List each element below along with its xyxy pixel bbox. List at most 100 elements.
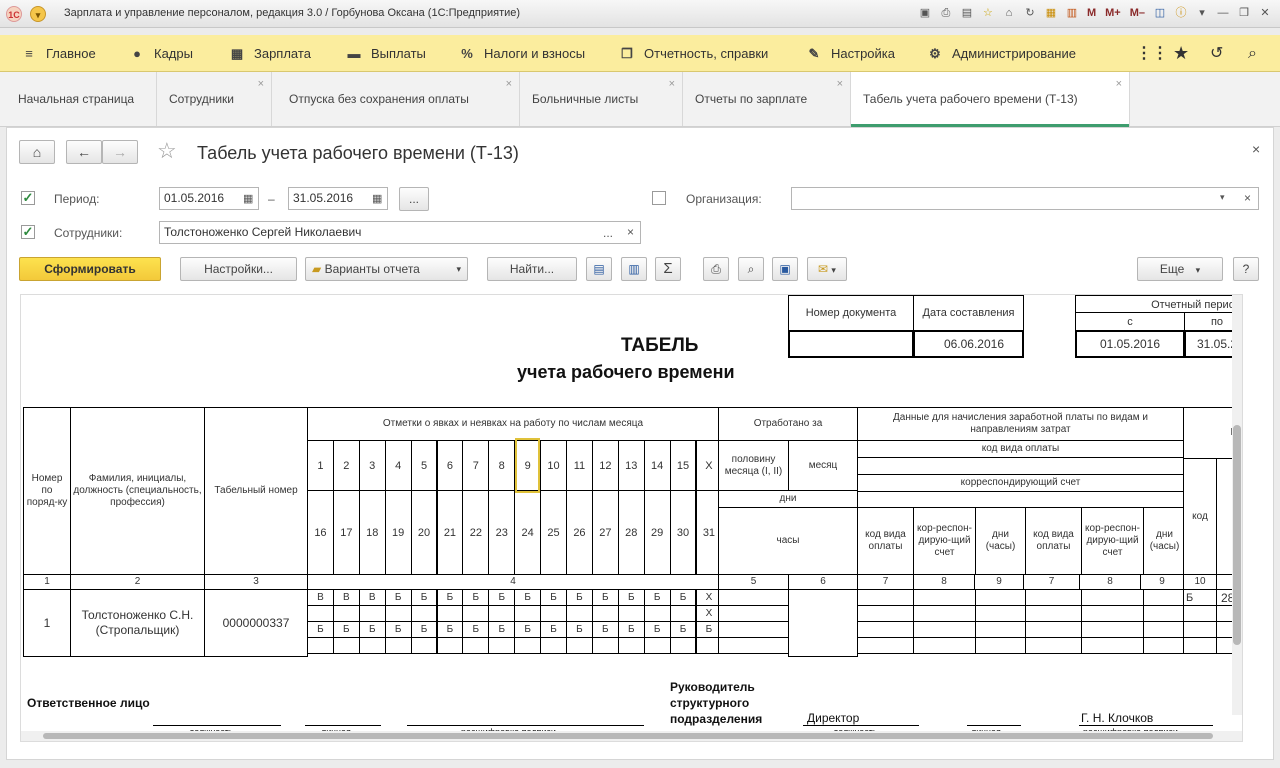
close-tab-icon[interactable]: × — [1116, 79, 1122, 90]
home-icon[interactable]: ⌂ — [1000, 4, 1018, 22]
day-number-cell: 20 — [410, 490, 438, 575]
preview-icon[interactable]: ⌕ — [738, 257, 764, 281]
report-variants-button[interactable]: ▰ Варианты отчета ▾ — [305, 257, 468, 281]
menu-payments[interactable]: ▬ Выплаты — [345, 35, 426, 72]
tab-timesheet[interactable]: Табель учета рабочего времени (Т-13) × — [851, 72, 1130, 127]
calendar-from-icon[interactable]: ▦ — [243, 192, 253, 205]
app-menu-icon[interactable]: ▾ — [30, 6, 46, 22]
menu-admin[interactable]: ⚙ Администрирование — [926, 35, 1076, 72]
favorite-star-icon[interactable]: ☆ — [157, 138, 177, 164]
memory-plus-button[interactable]: M+ — [1102, 4, 1124, 22]
header-marks: Отметки о явках и неявках на работу по ч… — [307, 407, 719, 441]
menu-main[interactable]: ≡ Главное — [20, 35, 96, 72]
organization-clear-icon[interactable]: × — [1244, 191, 1251, 205]
tab-sick-leave[interactable]: Больничные листы × — [520, 72, 683, 126]
horizontal-scrollbar[interactable] — [21, 731, 1242, 741]
history-icon[interactable]: ↺ — [1210, 35, 1223, 72]
mark-cell: Б — [462, 621, 490, 638]
close-window-icon[interactable]: ✕ — [1256, 4, 1274, 22]
print-icon[interactable]: ⎙ — [703, 257, 729, 281]
report-subtitle: учета рабочего времени — [517, 362, 735, 382]
menu-personnel[interactable]: ● Кадры — [128, 35, 193, 72]
generate-button[interactable]: Сформировать — [19, 257, 161, 281]
close-tab-icon[interactable]: × — [258, 79, 264, 90]
all-functions-icon[interactable]: ⋮⋮ — [1136, 35, 1168, 72]
close-tab-icon[interactable]: × — [669, 79, 675, 90]
tab-salary-reports[interactable]: Отчеты по зарплате × — [683, 72, 851, 126]
panel-toggle-icon[interactable]: ◫ — [1151, 4, 1169, 22]
menu-settings[interactable]: ✎ Настройка — [805, 35, 895, 72]
calendar-to-icon[interactable]: ▦ — [372, 192, 382, 205]
info-menu-icon[interactable]: ▾ — [1193, 4, 1211, 22]
menu-main-label: Главное — [46, 46, 96, 61]
report-spreadsheet[interactable]: Номер документа Дата составления 06.06.2… — [20, 294, 1243, 742]
close-tab-icon[interactable]: × — [837, 79, 843, 90]
app-logo-icon[interactable]: 1С — [6, 6, 22, 22]
memory-minus-button[interactable]: M– — [1127, 4, 1148, 22]
more-button[interactable]: Еще ▾ — [1137, 257, 1223, 281]
header-pay-subcolumn: кор-респон-дирую-щий счет — [1081, 507, 1144, 575]
help-button[interactable]: ? — [1233, 257, 1259, 281]
employees-field[interactable]: Толстоноженко Сергей Николаевич — [159, 221, 641, 244]
minimize-icon[interactable]: — — [1214, 4, 1232, 22]
menu-reports[interactable]: ❐ Отчетность, справки — [618, 35, 768, 72]
info-icon[interactable]: ⓘ — [1172, 4, 1190, 22]
collapse-groups-icon[interactable]: ▥ — [621, 257, 647, 281]
employees-checkbox[interactable]: ✓ — [21, 225, 35, 239]
form-area: ⌂ ← → ☆ Табель учета рабочего времени (Т… — [6, 127, 1274, 760]
tab-employees[interactable]: Сотрудники × — [157, 72, 272, 126]
mark-cell: Б — [566, 589, 593, 606]
head-name: Г. Н. Клочков — [1081, 711, 1154, 725]
mark-cell: Б — [332, 621, 360, 638]
selected-day-cell[interactable] — [515, 438, 541, 493]
favorites-add-icon[interactable]: ☆ — [979, 4, 997, 22]
organization-dropdown-icon[interactable]: ▾ — [1220, 192, 1225, 203]
tab-unpaid-leave[interactable]: Отпуска без сохранения оплаты × — [277, 72, 520, 126]
menu-taxes[interactable]: % Налоги и взносы — [458, 35, 585, 72]
close-form-icon[interactable]: × — [1252, 141, 1260, 157]
period-checkbox[interactable]: ✓ — [21, 191, 35, 205]
vertical-scroll-thumb[interactable] — [1233, 425, 1241, 645]
save-icon[interactable]: ▣ — [916, 4, 934, 22]
home-button[interactable]: ⌂ — [19, 140, 55, 164]
print-icon[interactable]: ⎙ — [937, 4, 955, 22]
mark-cell: Б — [540, 621, 567, 638]
vertical-scrollbar[interactable] — [1232, 295, 1242, 715]
horizontal-scroll-thumb[interactable] — [43, 733, 1213, 739]
menu-salary[interactable]: ▦ Зарплата — [228, 35, 311, 72]
period-select-button[interactable]: ... — [399, 187, 429, 211]
home-icon: ⌂ — [32, 144, 42, 160]
calculator-icon[interactable]: ▦ — [1042, 4, 1060, 22]
day-number-cell: 4 — [384, 440, 412, 491]
save-icon[interactable]: ▣ — [772, 257, 798, 281]
period-from-value: 01.05.2016 — [164, 191, 225, 205]
mark-cell: Б — [669, 621, 697, 638]
memory-m-button[interactable]: M — [1084, 4, 1099, 22]
links-icon[interactable]: ↻ — [1021, 4, 1039, 22]
mark-cell: Б — [462, 589, 490, 606]
forward-button[interactable]: → — [102, 140, 138, 164]
tab-home[interactable]: Начальная страница — [6, 72, 157, 126]
organization-checkbox[interactable] — [652, 191, 666, 205]
favorites-icon[interactable]: ★ — [1173, 35, 1189, 72]
back-button[interactable]: ← — [66, 140, 102, 164]
employees-select-icon[interactable]: ... — [603, 226, 613, 240]
sum-button[interactable]: Σ — [655, 257, 681, 281]
pay-data-cell — [1143, 621, 1186, 638]
expand-groups-icon[interactable]: ▤ — [586, 257, 612, 281]
search-icon[interactable]: ⌕ — [1248, 35, 1257, 72]
close-tab-icon[interactable]: × — [506, 79, 512, 90]
calendar-icon[interactable]: ▥ — [1063, 4, 1081, 22]
settings-button[interactable]: Настройки... — [180, 257, 297, 281]
find-button[interactable]: Найти... — [487, 257, 577, 281]
employees-clear-icon[interactable]: × — [627, 225, 634, 239]
restore-icon[interactable]: ❐ — [1235, 4, 1253, 22]
mark-cell: Б — [514, 589, 542, 606]
mark-cell — [332, 637, 360, 654]
organization-field[interactable] — [791, 187, 1259, 210]
email-icon[interactable]: ✉ ▾ — [807, 257, 847, 281]
mark-cell: В — [358, 589, 386, 606]
day-number-cell: 22 — [462, 490, 490, 575]
preview-icon[interactable]: ▤ — [958, 4, 976, 22]
menu-taxes-label: Налоги и взносы — [484, 46, 586, 61]
